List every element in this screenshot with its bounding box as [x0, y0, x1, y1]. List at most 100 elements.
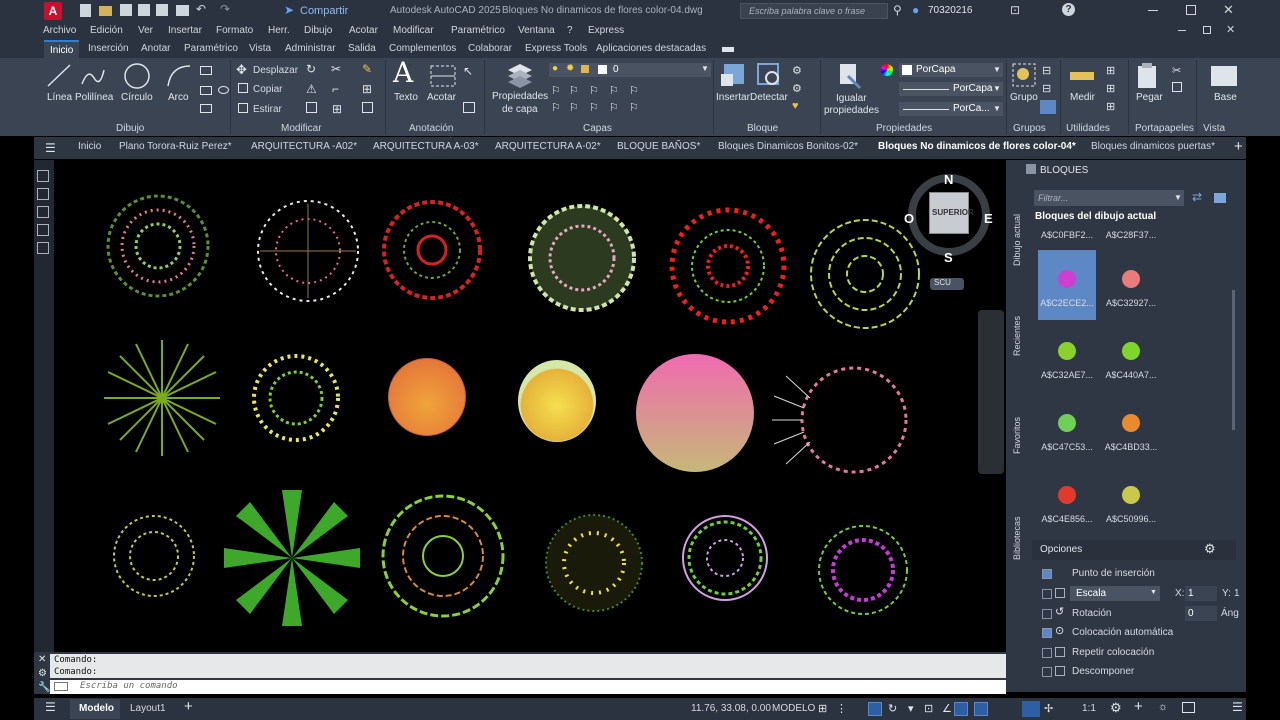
file-tab[interactable]: ARQUITECTURA A-02*	[495, 141, 601, 152]
grid-icon[interactable]: ⊞	[818, 702, 827, 715]
flower-block[interactable]	[388, 358, 466, 436]
group-tool-icon[interactable]	[1040, 100, 1056, 114]
text-icon[interactable]: A	[393, 56, 413, 89]
close-icon[interactable]: ✕	[1223, 2, 1234, 18]
viewcube-face[interactable]: SUPERIOR	[929, 192, 974, 234]
layer-tool-icon[interactable]: ⚐	[551, 101, 561, 114]
layer-properties-icon[interactable]	[506, 62, 534, 88]
explode-icon[interactable]: ⊞	[362, 82, 372, 96]
base-button[interactable]: Base	[1214, 92, 1237, 103]
block-thumbnail[interactable]: A$C28F37...	[1102, 230, 1160, 240]
polyline-icon[interactable]	[80, 62, 106, 90]
flower-block[interactable]	[816, 520, 910, 620]
menu-edicion[interactable]: Edición	[90, 25, 123, 36]
customize-icon[interactable]: ☰	[1232, 700, 1243, 714]
otrack-icon[interactable]: ∠	[942, 702, 952, 715]
insert-block-icon[interactable]	[720, 62, 746, 88]
flower-block[interactable]	[380, 196, 484, 306]
scale-checkbox[interactable]	[1042, 589, 1052, 599]
tab-anotar[interactable]: Anotar	[141, 43, 170, 54]
match-properties-label-2[interactable]: propiedades	[824, 105, 879, 116]
file-tab-active[interactable]: Bloques No dinamicos de flores color-04*	[878, 141, 1076, 152]
flower-block[interactable]	[250, 196, 366, 306]
tab-inicio[interactable]: Inicio	[44, 40, 80, 58]
flower-block[interactable]	[542, 512, 646, 614]
paste-button[interactable]: Pegar	[1136, 92, 1163, 103]
color-wheel-icon[interactable]	[881, 64, 893, 76]
block-thumbnail[interactable]: A$C440A7...	[1102, 342, 1160, 380]
search-icon[interactable]: ⚲	[893, 3, 902, 17]
osnap-icon[interactable]: ⊡	[924, 702, 933, 715]
view-mode-icon[interactable]	[1214, 193, 1226, 203]
erase-icon[interactable]: ✎	[362, 62, 372, 76]
layer-properties-label-2[interactable]: de capa	[502, 104, 538, 115]
flower-block[interactable]	[518, 360, 596, 442]
block-thumbnail-selected[interactable]: A$C2ECE2...	[1038, 250, 1096, 320]
compass-east[interactable]: E	[984, 211, 993, 226]
add-icon[interactable]: +	[1134, 698, 1143, 715]
navigation-bar[interactable]	[978, 310, 1004, 474]
layout-tab[interactable]: Layout1	[130, 703, 166, 714]
block-thumbnail[interactable]: A$C50996...	[1102, 486, 1160, 524]
detect-icon[interactable]	[756, 62, 782, 88]
autocad-logo[interactable]: A	[44, 2, 62, 20]
palette-menu-icon[interactable]	[1026, 164, 1036, 174]
layer-tool-icon[interactable]: ⚐	[589, 101, 599, 114]
isolate-icon[interactable]: ☼	[1158, 701, 1168, 713]
snap-icon[interactable]: ⋮	[836, 702, 847, 715]
measure-icon[interactable]	[1070, 72, 1094, 80]
rotation-input[interactable]: 0	[1185, 606, 1217, 621]
side-tab-favoritos[interactable]: Favoritos	[1012, 414, 1028, 454]
menu-archivo[interactable]: Archivo	[43, 25, 76, 36]
file-tab[interactable]: BLOQUE BAÑOS*	[617, 141, 700, 152]
ribbon-toggle-icon[interactable]	[722, 47, 734, 52]
doc-minimize-icon[interactable]	[1178, 30, 1186, 31]
tab-express-tools[interactable]: Express Tools	[525, 43, 587, 54]
model-space-button[interactable]: MODELO	[772, 703, 815, 714]
side-tab-bibliotecas[interactable]: Bibliotecas	[1012, 510, 1028, 560]
stretch-button[interactable]: Estirar	[253, 104, 282, 115]
save-icon[interactable]	[120, 4, 132, 16]
lineweight-icon[interactable]	[954, 702, 968, 716]
ellipse-icon[interactable]	[218, 86, 229, 94]
block-thumbnail[interactable]: A$C4E856...	[1038, 486, 1096, 524]
arc-button[interactable]: Arco	[168, 92, 189, 103]
new-tab-icon[interactable]: +	[1234, 138, 1243, 155]
utilities-panel-label[interactable]: Utilidades	[1066, 123, 1110, 134]
flower-block[interactable]	[104, 188, 212, 308]
menu-insertar[interactable]: Insertar	[168, 25, 202, 36]
hardware-icon[interactable]	[1182, 702, 1195, 713]
rotate-icon[interactable]: ↻	[306, 62, 316, 76]
fillet-icon[interactable]: ⌐	[332, 82, 339, 96]
settings-icon[interactable]: ⚙	[38, 668, 47, 679]
tab-complementos[interactable]: Complementos	[389, 43, 456, 54]
match-properties-icon[interactable]	[838, 62, 862, 90]
trim-icon[interactable]: ✂	[331, 62, 341, 76]
file-tab[interactable]: ARQUITECTURA A-03*	[373, 141, 479, 152]
layer-tool-icon[interactable]: ⚐	[609, 84, 619, 97]
doc-restore-icon[interactable]	[1203, 26, 1211, 34]
block-thumbnail[interactable]: A$C4BD33...	[1102, 414, 1160, 452]
file-tab[interactable]: ARQUITECTURA -A02*	[251, 141, 357, 152]
annotation-visibility-icon[interactable]: ✢	[1044, 702, 1053, 715]
cut-icon[interactable]: ✂	[1172, 64, 1181, 77]
menu-acotar[interactable]: Acotar	[349, 25, 378, 36]
line-button[interactable]: Línea	[47, 92, 72, 103]
insert-button[interactable]: Insertar	[716, 92, 750, 103]
stretch-icon[interactable]	[238, 103, 248, 113]
group-icon[interactable]	[1011, 62, 1037, 88]
maximize-icon[interactable]	[1186, 5, 1196, 15]
base-view-icon[interactable]	[1211, 66, 1237, 86]
line-icon[interactable]	[46, 62, 72, 90]
move-icon[interactable]: ✥	[236, 62, 247, 78]
command-input[interactable]: Escriba un comando	[50, 680, 1006, 694]
redo-icon[interactable]: ↷	[220, 2, 230, 16]
tab-insercion[interactable]: Inserción	[88, 43, 129, 54]
detect-button[interactable]: Detectar	[750, 92, 788, 103]
side-tab-recientes[interactable]: Recientes	[1012, 312, 1028, 356]
scale-dropdown[interactable]: Escala ▼	[1070, 586, 1160, 601]
menu-modificar[interactable]: Modificar	[393, 25, 434, 36]
transparency-icon[interactable]	[974, 702, 988, 716]
tab-vista[interactable]: Vista	[249, 43, 271, 54]
wrench-icon[interactable]: 🔧	[38, 682, 50, 693]
